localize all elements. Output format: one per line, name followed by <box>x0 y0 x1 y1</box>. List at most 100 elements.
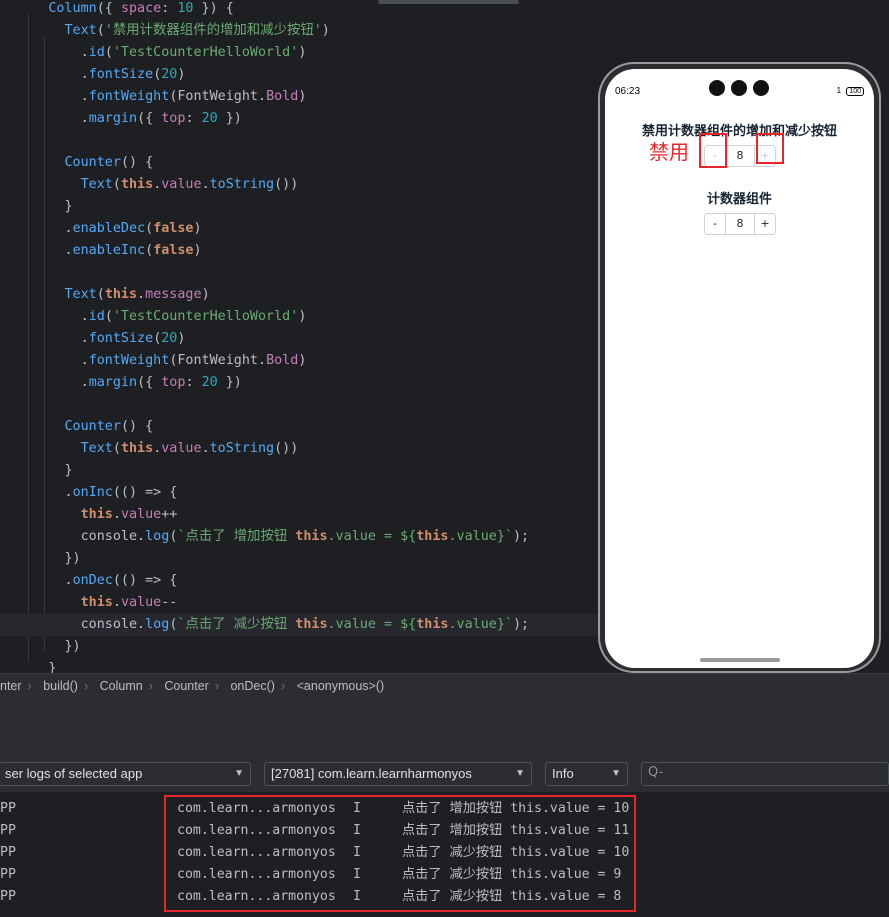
code-token: }) <box>217 111 242 126</box>
code-token: . <box>80 375 89 390</box>
code-token: .value}` <box>448 617 513 632</box>
log-app: PP <box>0 801 16 816</box>
code-token: enableDec <box>72 221 146 236</box>
home-indicator <box>700 658 780 662</box>
code-token: . <box>64 485 73 500</box>
horizontal-scrollbar[interactable] <box>378 0 519 4</box>
code-token: log <box>145 617 170 632</box>
code-line: .onDec(() => { <box>0 570 178 592</box>
code-token: ); <box>512 617 530 632</box>
code-token: log <box>145 529 170 544</box>
code-line: .fontWeight(FontWeight.Bold) <box>0 86 307 108</box>
log-output[interactable]: PP com.learn...armonyos I 点击了 增加按钮 this.val… <box>0 793 889 917</box>
code-token: this <box>295 617 328 632</box>
code-line: console.log(`点击了 减少按钮 this.value = ${thi… <box>0 614 600 636</box>
code-token: ) <box>201 287 210 302</box>
code-token: console. <box>80 529 146 544</box>
code-token: this <box>416 617 449 632</box>
code-line: .onInc(() => { <box>0 482 178 504</box>
breadcrumb-item[interactable]: onDec() <box>230 679 274 693</box>
code-token: 20 <box>161 67 178 82</box>
code-token: ()) <box>274 177 299 192</box>
process-select[interactable]: [27081] com.learn.learnharmonyos ▼ <box>264 762 532 786</box>
code-token: false <box>153 221 194 236</box>
code-token: . <box>64 243 73 258</box>
log-level-select[interactable]: Info ▼ <box>545 762 628 786</box>
chevron-down-icon: ▼ <box>515 768 525 779</box>
chevron-right-icon: › <box>280 679 286 693</box>
code-line: } <box>0 658 56 673</box>
code-token: false <box>153 243 194 258</box>
breadcrumb: nter › build() › Column › Counter › onDec() ›… <box>0 673 889 698</box>
code-token: ( <box>104 45 113 60</box>
breadcrumb-item[interactable]: Column <box>100 679 143 693</box>
inc-button[interactable]: + <box>755 214 775 234</box>
status-icons: 1 100 <box>837 86 864 96</box>
code-token: . <box>201 441 210 456</box>
code-token: `点击了 增加按钮 <box>177 529 296 544</box>
code-token: ({ <box>137 375 162 390</box>
code-token: margin <box>88 375 138 390</box>
chevron-right-icon: › <box>214 679 219 693</box>
code-token: console. <box>80 617 146 632</box>
code-token: . <box>80 67 89 82</box>
code-token: ( <box>104 309 113 324</box>
code-token: ) <box>193 221 202 236</box>
breadcrumb-item[interactable]: <anonymous>() <box>297 679 385 693</box>
code-token: (FontWeight. <box>169 89 267 104</box>
code-token: ++ <box>161 507 178 522</box>
code-token: }) { <box>193 1 234 16</box>
code-token: ) <box>298 89 307 104</box>
code-token: } <box>48 661 57 673</box>
code-line: }) <box>0 548 81 570</box>
page-title-disabled-counter: 禁用计数器组件的增加和减少按钮 <box>641 124 837 139</box>
code-token: . <box>112 595 121 610</box>
code-line: this.value-- <box>0 592 178 614</box>
log-source-select[interactable]: ser logs of selected app ▼ <box>0 762 251 786</box>
code-token: fontWeight <box>88 89 170 104</box>
code-token: fontWeight <box>88 353 170 368</box>
code-token: }) <box>64 551 81 566</box>
breadcrumb-item[interactable]: Counter <box>164 679 208 693</box>
code-token: toString <box>209 441 275 456</box>
code-token: ) <box>177 331 186 346</box>
code-line: Text('禁用计数器组件的增加和减少按钮') <box>0 20 330 42</box>
code-token: . <box>80 45 89 60</box>
code-token: this <box>104 287 138 302</box>
code-token: ( <box>145 243 154 258</box>
code-token: this <box>295 529 328 544</box>
battery-icon: 100 <box>846 87 864 96</box>
code-token: .value}` <box>448 529 513 544</box>
code-token: onInc <box>72 485 113 500</box>
code-token: . <box>80 111 89 126</box>
code-token: onDec <box>72 573 113 588</box>
log-app: PP <box>0 867 16 882</box>
code-token: Text <box>64 23 97 38</box>
code-token: Counter <box>64 155 121 170</box>
code-token: fontSize <box>88 67 154 82</box>
code-line: this.value++ <box>0 504 178 526</box>
code-token: fontSize <box>88 331 154 346</box>
code-token: ( <box>112 177 121 192</box>
code-token: .value = ${ <box>327 617 417 632</box>
code-token: 'TestCounterHelloWorld' <box>112 309 299 324</box>
highlight-inc-button <box>756 133 784 164</box>
code-token: ( <box>145 221 154 236</box>
code-line: } <box>0 460 73 482</box>
dec-button[interactable]: - <box>705 214 725 234</box>
chevron-right-icon: › <box>83 679 89 693</box>
breadcrumb-item[interactable]: nter <box>0 679 22 693</box>
log-search-input[interactable]: Q- <box>641 762 889 786</box>
breadcrumb-item[interactable]: build() <box>43 679 78 693</box>
code-line: Counter() { <box>0 416 154 438</box>
code-token: this <box>120 441 154 456</box>
phone-preview: 06:23 1 100 禁用计数器组件的增加和减少按钮 - 8 + 计数器组件 … <box>598 62 881 673</box>
chevron-right-icon: › <box>27 679 32 693</box>
code-line: .fontSize(20) <box>0 328 186 350</box>
code-token: ) <box>193 243 202 258</box>
code-token: ) <box>298 353 307 368</box>
code-line: }) <box>0 636 81 658</box>
code-token: : <box>185 111 202 126</box>
